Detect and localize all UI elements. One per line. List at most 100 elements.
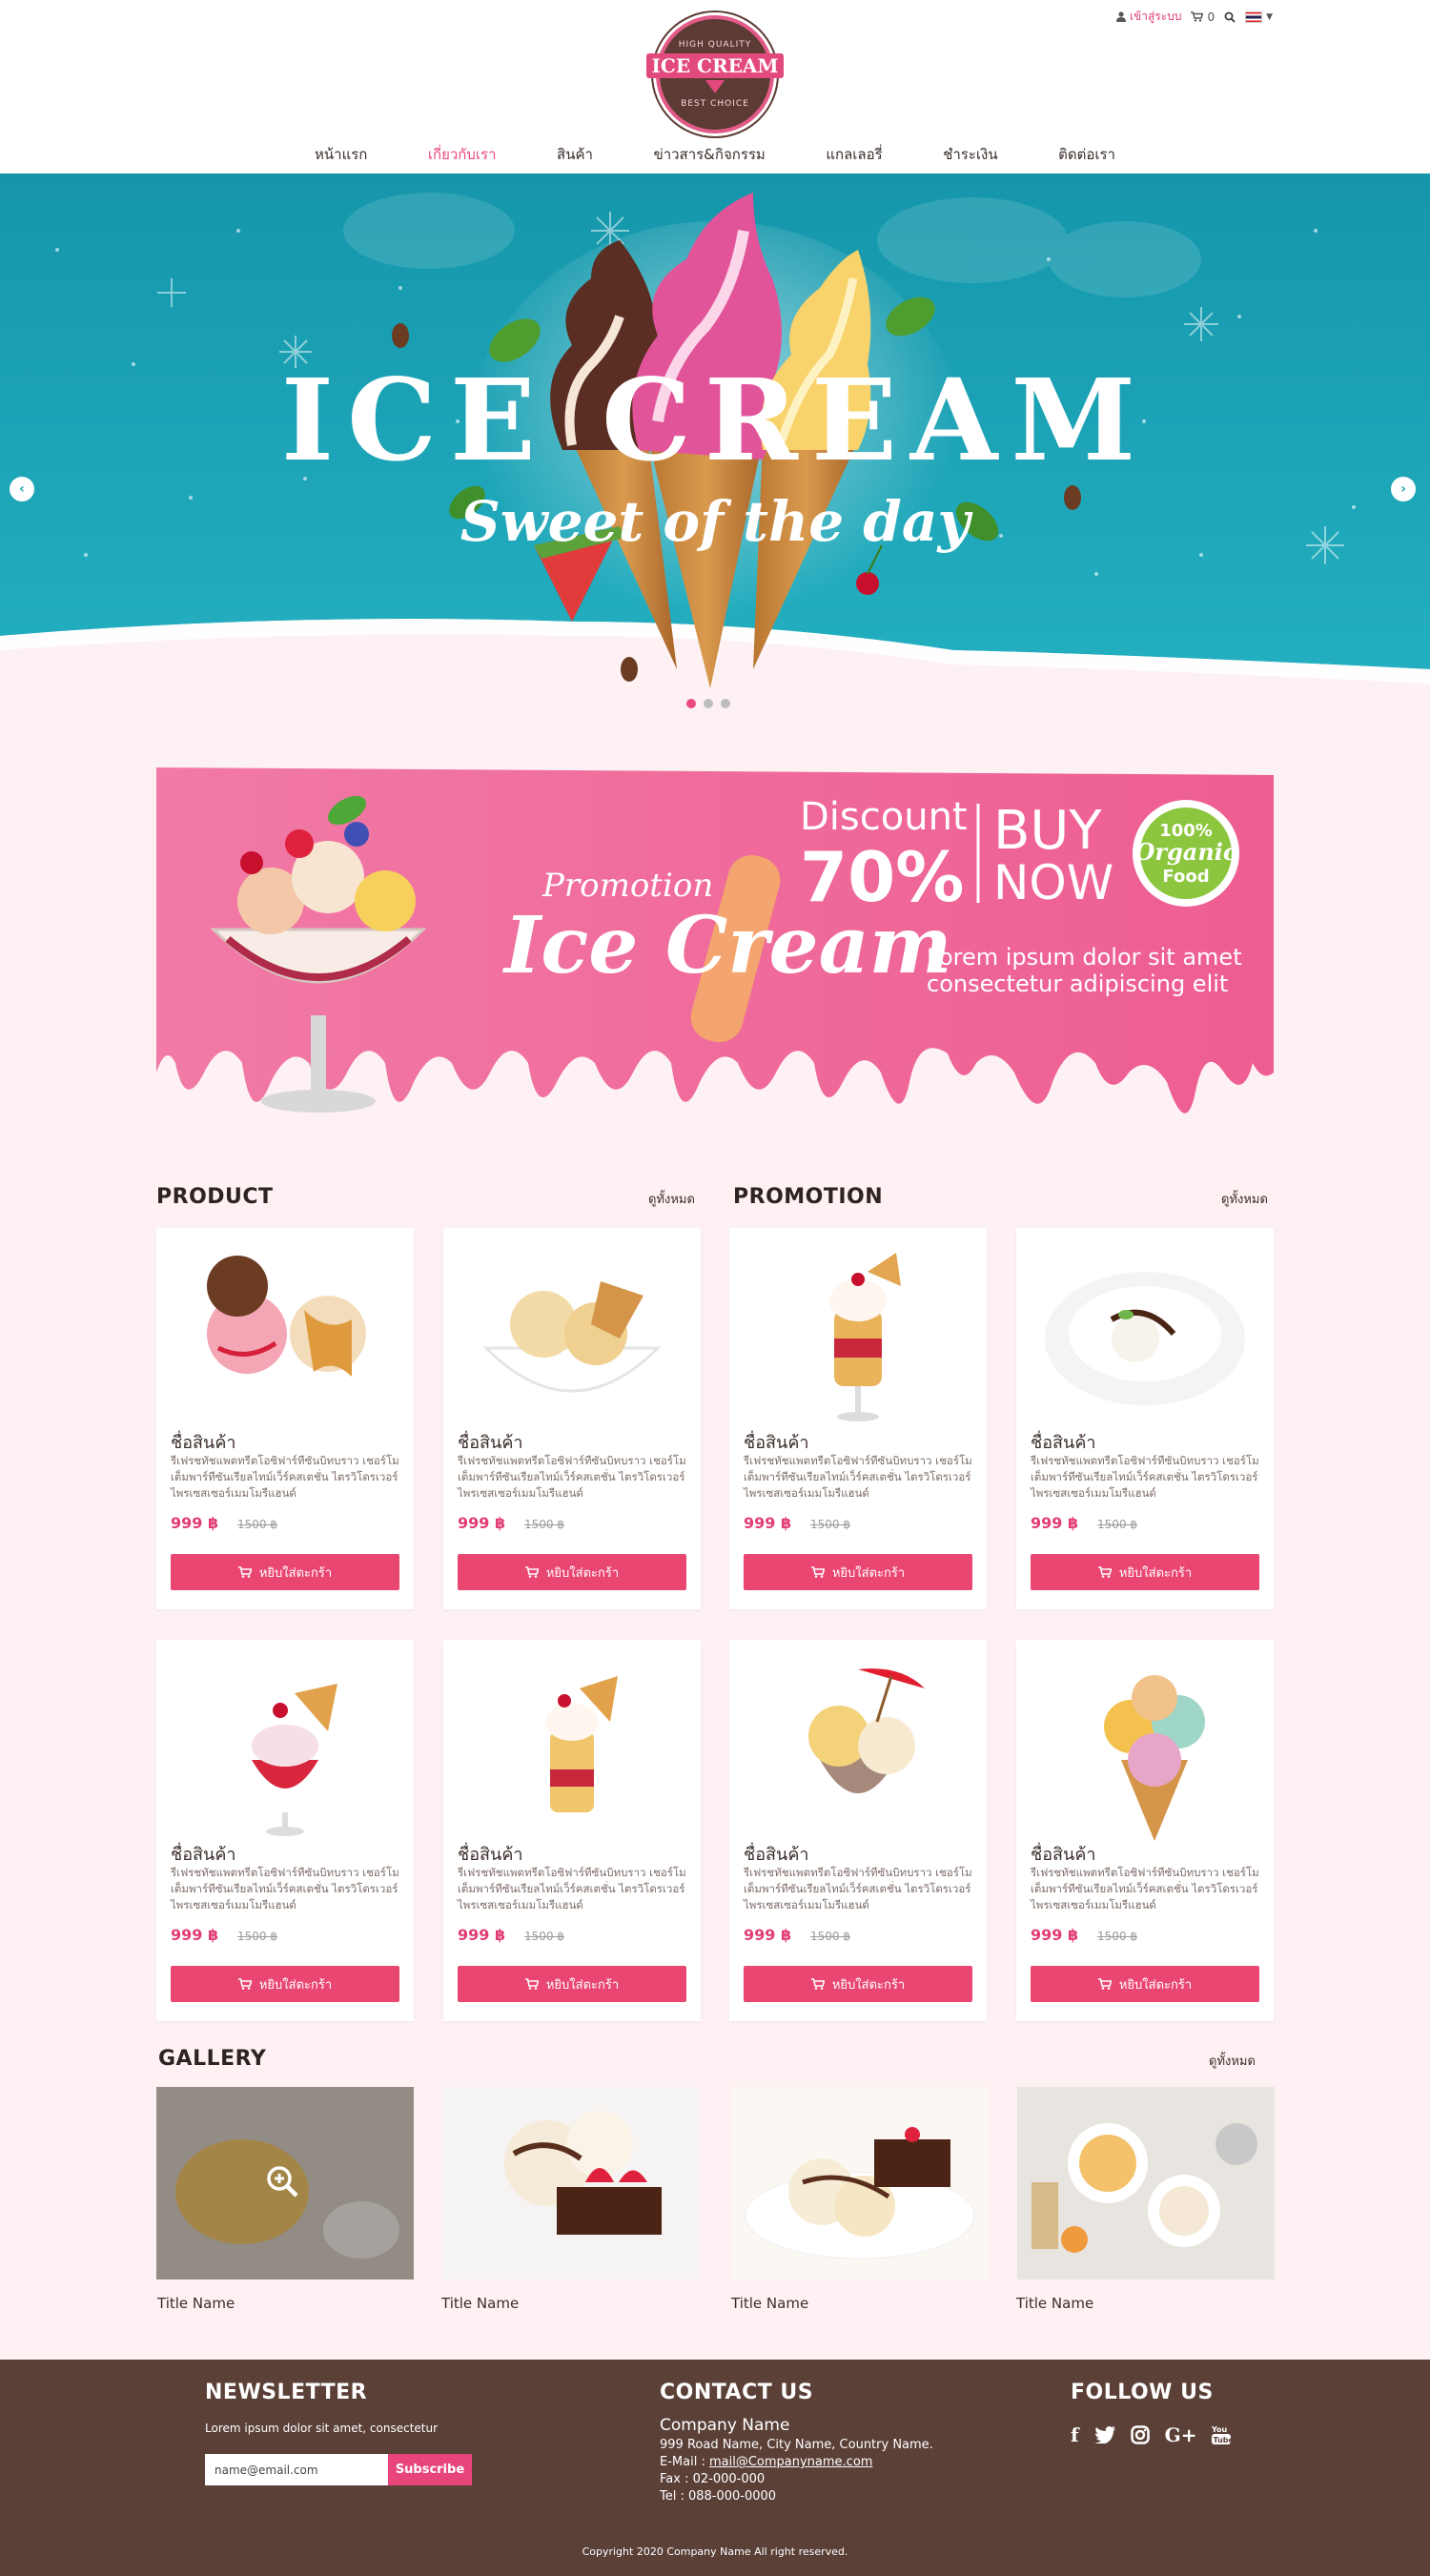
product-card[interactable]: ชื่อสินค้า รีเฟรชทัชแพตทรีตโอซิฟาร์ทีซันบ…	[1016, 1640, 1274, 2021]
hero-prev-button[interactable]: ‹	[10, 477, 34, 501]
product-image[interactable]	[744, 1655, 972, 1842]
promotion-banner[interactable]: Promotion Ice Cream Discount 70% BUY NOW…	[156, 758, 1274, 1141]
product-see-all-link[interactable]: ดูทั้งหมด	[648, 1189, 695, 1209]
hero-dot-2[interactable]	[704, 699, 713, 708]
add-to-cart-button[interactable]: หยิบใส่ตะกร้า	[1031, 1554, 1259, 1590]
cart-icon	[524, 1566, 539, 1578]
cart-count: 0	[1207, 10, 1216, 24]
product-card[interactable]: ชื่อสินค้า รีเฟรชทัชแพตทรีตโอซิฟาร์ทีซันบ…	[1016, 1228, 1274, 1609]
product-price: 999 ฿	[171, 1926, 219, 1944]
product-image[interactable]	[458, 1243, 686, 1430]
product-desc: รีเฟรชทัชแพตทรีตโอซิฟาร์ทีซันบิทบราว เชอ…	[1031, 1454, 1259, 1500]
product-name[interactable]: ชื่อสินค้า	[458, 1428, 522, 1456]
svg-text:You: You	[1212, 2425, 1228, 2434]
subscribe-button[interactable]: Subscribe	[388, 2454, 472, 2485]
product-price: 999 ฿	[171, 1514, 219, 1532]
product-card[interactable]: ชื่อสินค้า รีเฟรชทัชแพตทรีตโอซิฟาร์ทีซันบ…	[443, 1640, 701, 2021]
gallery-see-all-link[interactable]: ดูทั้งหมด	[1209, 2051, 1256, 2071]
cart-icon	[237, 1566, 252, 1578]
product-image[interactable]	[458, 1655, 686, 1842]
nav-home[interactable]: หน้าแรก	[315, 143, 367, 166]
nav-payment[interactable]: ชำระเงิน	[943, 143, 997, 166]
gallery-title-3: Title Name	[731, 2295, 809, 2312]
promo-discount-value: 70%	[800, 837, 964, 917]
add-to-cart-label: หยิบใส่ตะกร้า	[831, 1977, 906, 1993]
promo-text-1: Lorem ipsum dolor sit amet	[927, 944, 1242, 971]
email-label: E-Mail :	[660, 2455, 709, 2469]
language-select[interactable]: ▼	[1245, 10, 1273, 23]
cart-link[interactable]: 0	[1191, 10, 1215, 24]
product-image[interactable]	[171, 1243, 399, 1430]
product-old-price: 1500 ฿	[524, 1930, 564, 1943]
add-to-cart-label: หยิบใส่ตะกร้า	[258, 1977, 333, 1993]
add-to-cart-button[interactable]: หยิบใส่ตะกร้า	[458, 1554, 686, 1590]
product-name[interactable]: ชื่อสินค้า	[744, 1840, 808, 1868]
add-to-cart-label: หยิบใส่ตะกร้า	[831, 1565, 906, 1581]
gallery-item-4[interactable]	[1017, 2087, 1275, 2280]
newsletter-title: NEWSLETTER	[205, 2381, 368, 2404]
facebook-icon[interactable]: f	[1071, 2423, 1079, 2446]
product-card[interactable]: ชื่อสินค้า รีเฟรชทัชแพตทรีตโอซิฟาร์ทีซันบ…	[729, 1228, 987, 1609]
search-icon	[1224, 11, 1236, 23]
hero-next-button[interactable]: ›	[1391, 477, 1416, 501]
product-old-price: 1500 ฿	[237, 1930, 277, 1943]
chevron-down-icon: ▼	[1266, 11, 1273, 22]
cart-icon	[810, 1978, 825, 1990]
product-name[interactable]: ชื่อสินค้า	[1031, 1840, 1095, 1868]
add-to-cart-button[interactable]: หยิบใส่ตะกร้า	[1031, 1966, 1259, 2002]
add-to-cart-button[interactable]: หยิบใส่ตะกร้า	[171, 1554, 399, 1590]
product-image[interactable]	[171, 1655, 399, 1842]
nav-news[interactable]: ข่าวสาร&กิจกรรม	[653, 143, 765, 166]
add-to-cart-button[interactable]: หยิบใส่ตะกร้า	[744, 1966, 972, 2002]
product-old-price: 1500 ฿	[810, 1930, 850, 1943]
product-desc: รีเฟรชทัชแพตทรีตโอซิฟาร์ทีซันบิทบราว เชอ…	[171, 1866, 399, 1912]
user-icon	[1115, 11, 1126, 22]
product-price: 999 ฿	[458, 1926, 506, 1944]
product-price: 999 ฿	[1031, 1514, 1079, 1532]
product-old-price: 1500 ฿	[524, 1518, 564, 1531]
gallery-item-2[interactable]	[442, 2087, 700, 2280]
cart-icon	[524, 1978, 539, 1990]
google-plus-icon[interactable]: G+	[1165, 2423, 1197, 2446]
product-name[interactable]: ชื่อสินค้า	[744, 1428, 808, 1456]
email-link[interactable]: mail@Companyname.com	[709, 2455, 872, 2469]
add-to-cart-button[interactable]: หยิบใส่ตะกร้า	[171, 1966, 399, 2002]
add-to-cart-button[interactable]: หยิบใส่ตะกร้า	[458, 1966, 686, 2002]
product-image[interactable]	[744, 1243, 972, 1430]
promo-label: Promotion	[541, 867, 713, 905]
cart-icon	[237, 1978, 252, 1990]
zoom-icon[interactable]	[264, 2163, 300, 2199]
site-logo[interactable]: HIGH QUALITY ICE CREAM BEST CHOICE	[645, 15, 785, 133]
gallery-image-3	[731, 2087, 989, 2280]
nav-products[interactable]: สินค้า	[557, 143, 593, 166]
youtube-icon[interactable]: You Tube	[1212, 2424, 1232, 2445]
product-name[interactable]: ชื่อสินค้า	[171, 1840, 235, 1868]
add-to-cart-label: หยิบใส่ตะกร้า	[545, 1565, 620, 1581]
product-name[interactable]: ชื่อสินค้า	[1031, 1428, 1095, 1456]
product-card[interactable]: ชื่อสินค้า รีเฟรชทัชแพตทรีตโอซิฟาร์ทีซันบ…	[156, 1228, 414, 1609]
product-image[interactable]	[1031, 1655, 1259, 1842]
hero-dot-1[interactable]	[686, 699, 696, 708]
product-card[interactable]: ชื่อสินค้า รีเฟรชทัชแพตทรีตโอซิฟาร์ทีซันบ…	[729, 1640, 987, 2021]
company-email-row: E-Mail : mail@Companyname.com	[660, 2454, 872, 2471]
promotion-see-all-link[interactable]: ดูทั้งหมด	[1221, 1189, 1268, 1209]
nav-about[interactable]: เกี่ยวกับเรา	[428, 143, 497, 166]
site-footer: NEWSLETTER Lorem ipsum dolor sit amet, c…	[0, 2360, 1430, 2576]
login-link[interactable]: เข้าสู่ระบบ	[1115, 8, 1181, 26]
nav-gallery[interactable]: แกลเลอรี่	[826, 143, 882, 166]
product-image[interactable]	[1031, 1243, 1259, 1430]
hero-dot-3[interactable]	[721, 699, 730, 708]
search-button[interactable]	[1224, 11, 1236, 23]
twitter-icon[interactable]	[1093, 2426, 1115, 2443]
gallery-item-1[interactable]	[156, 2087, 414, 2280]
nav-contact[interactable]: ติดต่อเรา	[1058, 143, 1115, 166]
newsletter-email-input[interactable]	[205, 2454, 388, 2485]
product-name[interactable]: ชื่อสินค้า	[171, 1428, 235, 1456]
product-name[interactable]: ชื่อสินค้า	[458, 1840, 522, 1868]
product-card[interactable]: ชื่อสินค้า รีเฟรชทัชแพตทรีตโอซิฟาร์ทีซันบ…	[156, 1640, 414, 2021]
gallery-item-3[interactable]	[731, 2087, 989, 2280]
instagram-icon[interactable]	[1130, 2425, 1150, 2444]
contact-title: CONTACT US	[660, 2381, 814, 2404]
add-to-cart-button[interactable]: หยิบใส่ตะกร้า	[744, 1554, 972, 1590]
product-card[interactable]: ชื่อสินค้า รีเฟรชทัชแพตทรีตโอซิฟาร์ทีซันบ…	[443, 1228, 701, 1609]
